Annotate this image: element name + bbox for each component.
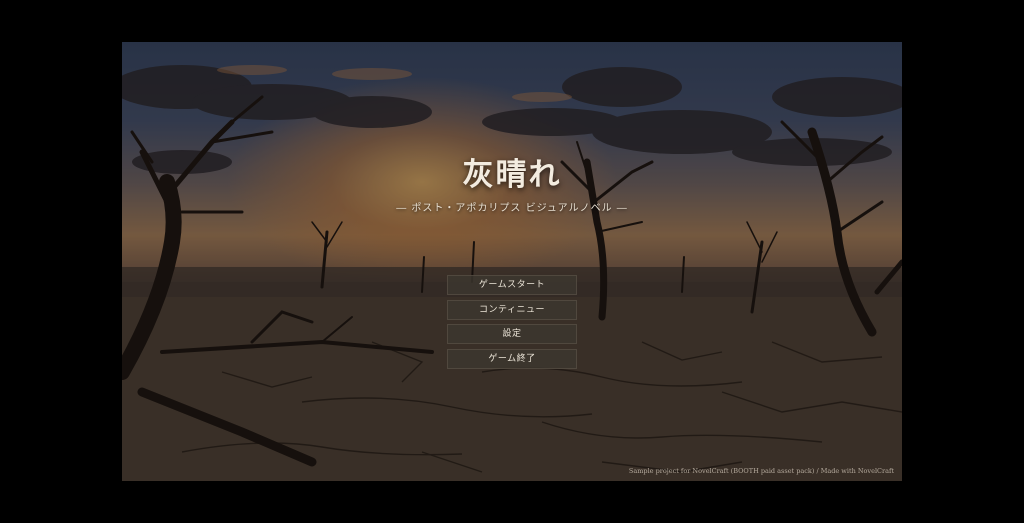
game-subtitle: ― ポスト・アポカリプス ビジュアルノベル ― — [396, 203, 628, 214]
title-block: 灰晴れ ― ポスト・アポカリプス ビジュアルノベル ― — [122, 155, 902, 214]
continue-button[interactable]: コンティニュー — [447, 299, 577, 320]
settings-button[interactable]: 設定 — [447, 324, 577, 344]
game-title: 灰晴れ — [462, 157, 562, 193]
game-viewport: 灰晴れ ― ポスト・アポカリプス ビジュアルノベル ― ゲームスタート コンティ… — [122, 42, 902, 481]
quit-game-button[interactable]: ゲーム終了 — [447, 348, 577, 369]
start-game-button[interactable]: ゲームスタート — [447, 275, 577, 295]
main-menu: ゲームスタート コンティニュー 設定 ゲーム終了 — [447, 275, 577, 373]
credit-text: Sample project for NovelCraft (BOOTH pai… — [628, 467, 894, 475]
dim-overlay — [122, 42, 902, 481]
